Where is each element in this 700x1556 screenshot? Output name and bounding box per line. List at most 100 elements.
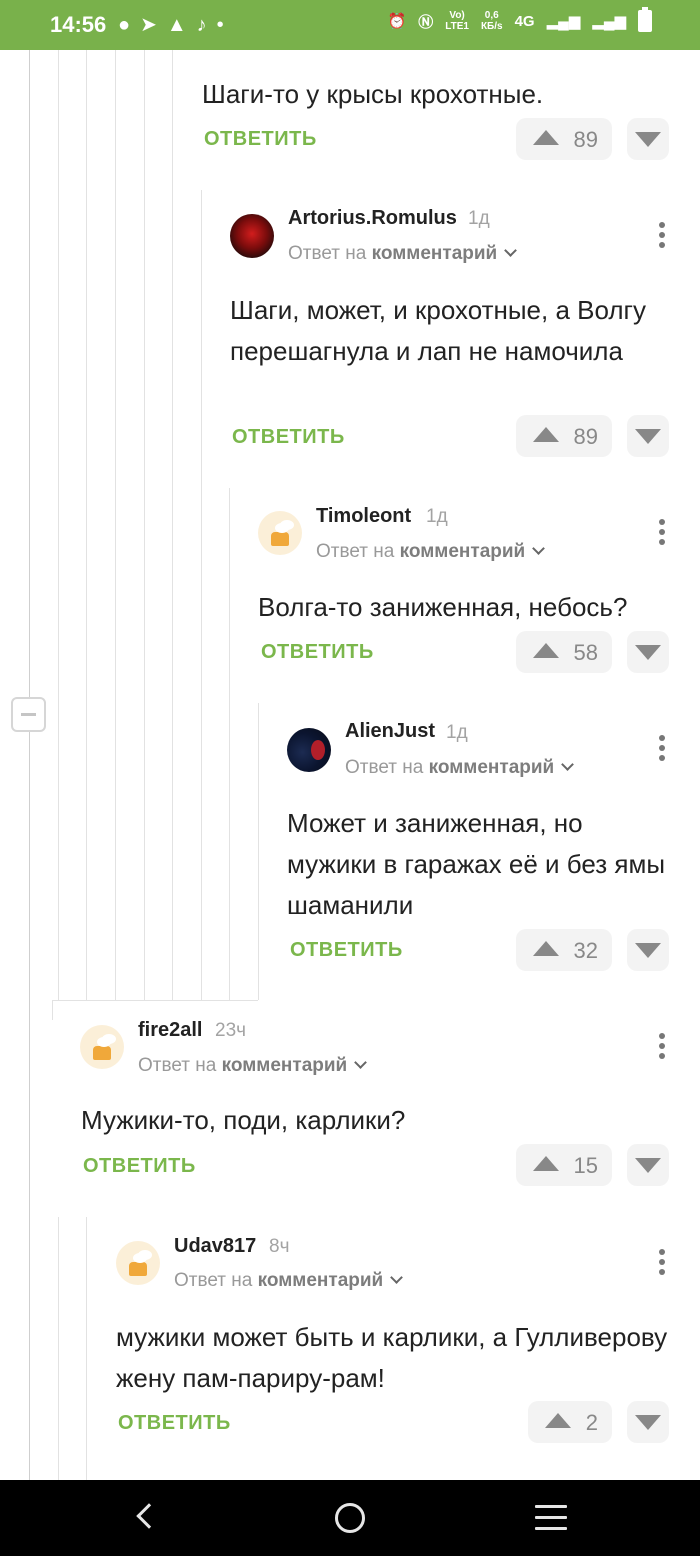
more-options-icon[interactable]	[659, 222, 665, 248]
battery-icon	[638, 7, 652, 32]
downvote-icon	[635, 132, 661, 147]
comment-time: 1д	[426, 506, 448, 527]
downvote-icon	[635, 1158, 661, 1173]
avatar[interactable]	[80, 1025, 124, 1069]
tiktok-icon: ♪	[196, 14, 217, 36]
upvote-button[interactable]: 89	[516, 415, 612, 457]
chevron-down-icon	[390, 1271, 404, 1284]
warning-icon: ▲	[166, 14, 197, 36]
home-icon[interactable]	[335, 1503, 365, 1533]
reply-to-link[interactable]: Ответ на комментарий	[316, 541, 546, 563]
reply-to-link[interactable]: Ответ на комментарий	[138, 1055, 368, 1077]
comment-author[interactable]: AlienJust	[345, 720, 435, 743]
downvote-icon	[635, 645, 661, 660]
comment-author[interactable]: Udav817	[174, 1235, 256, 1258]
upvote-icon	[533, 427, 559, 442]
comment-time: 8ч	[269, 1236, 290, 1257]
vote-count: 89	[573, 424, 598, 449]
upvote-button[interactable]: 58	[516, 631, 612, 673]
more-options-icon[interactable]	[659, 1033, 665, 1059]
vote-count: 32	[573, 938, 598, 963]
upvote-button[interactable]: 89	[516, 118, 612, 160]
thread-line	[86, 50, 87, 1000]
chevron-down-icon	[532, 542, 546, 555]
system-nav-bar	[0, 1480, 700, 1556]
upvote-icon	[533, 1156, 559, 1171]
thread-line	[229, 488, 230, 1000]
avatar[interactable]	[287, 728, 331, 772]
downvote-button[interactable]	[627, 1401, 669, 1443]
avatar[interactable]	[258, 511, 302, 555]
thread-line	[258, 703, 259, 1000]
thread-line	[115, 50, 116, 1000]
volte-indicator: Vo) LTE1	[445, 10, 469, 32]
reply-button[interactable]: ОТВЕТИТЬ	[204, 128, 317, 151]
nfc-icon: Ⓝ	[418, 13, 434, 31]
telegram-icon: ➤	[140, 14, 167, 36]
vote-count: 89	[573, 127, 598, 152]
status-bar: 14:56 ●➤▲♪• ⏰ Ⓝ Vo) LTE1 0,6 КБ/s 4G ▂▄▆ ▂…	[0, 0, 700, 50]
upvote-button[interactable]: 15	[516, 1144, 612, 1186]
more-options-icon[interactable]	[659, 1249, 665, 1275]
alarm-icon: ⏰	[387, 13, 407, 30]
upvote-button[interactable]: 2	[528, 1401, 612, 1443]
reply-button[interactable]: ОТВЕТИТЬ	[118, 1412, 231, 1435]
signal-icon-2: ▂▄▆	[592, 13, 626, 30]
downvote-button[interactable]	[627, 415, 669, 457]
vote-count: 2	[585, 1410, 598, 1435]
comment-time: 23ч	[215, 1020, 247, 1041]
network-type: 4G	[514, 12, 535, 30]
thread-line	[201, 190, 202, 1000]
thread-line	[58, 50, 59, 1000]
comment-text: Шаги-то у крысы крохотные.	[202, 79, 544, 109]
thread-line	[86, 1217, 87, 1480]
reply-to-link[interactable]: Ответ на комментарий	[288, 243, 518, 265]
downvote-icon	[635, 943, 661, 958]
upvote-icon	[533, 941, 559, 956]
downvote-button[interactable]	[627, 1144, 669, 1186]
chevron-down-icon	[561, 758, 575, 771]
comment-author[interactable]: Artorius.Romulus	[288, 207, 457, 230]
avatar[interactable]	[230, 214, 274, 258]
comment-text: мужики может быть и карлики, а Гулливеро…	[116, 1322, 668, 1393]
menu-icon[interactable]	[535, 1505, 567, 1538]
back-icon[interactable]	[136, 1503, 162, 1529]
chevron-down-icon	[354, 1056, 368, 1069]
comment-author[interactable]: fire2all	[138, 1019, 202, 1042]
status-time: 14:56	[50, 12, 107, 37]
upvote-icon	[545, 1413, 571, 1428]
chevron-down-icon	[504, 244, 518, 257]
downvote-icon	[635, 1415, 661, 1430]
thread-line	[58, 1217, 59, 1480]
downvote-button[interactable]	[627, 631, 669, 673]
comment-text: Мужики-то, поди, карлики?	[81, 1105, 406, 1135]
thread-line	[172, 50, 173, 1000]
more-options-icon[interactable]	[659, 519, 665, 545]
reply-button[interactable]: ОТВЕТИТЬ	[261, 641, 374, 664]
dot-icon: •	[216, 14, 234, 36]
downvote-button[interactable]	[627, 118, 669, 160]
thread-line	[52, 1000, 53, 1020]
avatar[interactable]	[116, 1241, 160, 1285]
more-options-icon[interactable]	[659, 735, 665, 761]
reply-button[interactable]: ОТВЕТИТЬ	[232, 426, 345, 449]
upvote-icon	[533, 130, 559, 145]
network-speed: 0,6 КБ/s	[480, 10, 503, 32]
comment-time: 1д	[468, 208, 490, 229]
signal-icon: ▂▄▆	[546, 13, 581, 30]
downvote-icon	[635, 429, 661, 444]
upvote-button[interactable]: 32	[516, 929, 612, 971]
chat-icon: ●	[118, 14, 141, 36]
comment-text: Может и заниженная, но мужики в гаражах …	[287, 808, 666, 920]
downvote-button[interactable]	[627, 929, 669, 971]
vote-count: 15	[573, 1153, 598, 1178]
comment-author[interactable]: Timoleont	[316, 505, 411, 528]
reply-to-link[interactable]: Ответ на комментарий	[345, 757, 575, 779]
reply-button[interactable]: ОТВЕТИТЬ	[290, 939, 403, 962]
collapse-thread-button[interactable]	[11, 697, 46, 732]
reply-to-link[interactable]: Ответ на комментарий	[174, 1270, 404, 1292]
thread-line	[144, 50, 145, 1000]
thread-line	[29, 50, 30, 1480]
vote-count: 58	[573, 640, 598, 665]
reply-button[interactable]: ОТВЕТИТЬ	[83, 1155, 196, 1178]
